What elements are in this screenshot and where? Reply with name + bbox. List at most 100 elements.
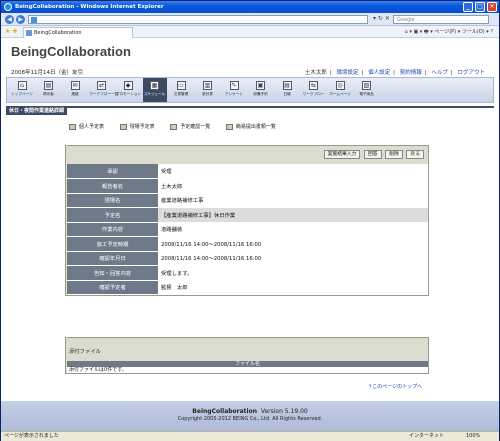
docs-icon (225, 123, 233, 130)
toolbar-item[interactable]: ▥ 設計書 (196, 78, 220, 102)
flow-icon: ⇄ (97, 81, 106, 90)
attachments-empty-message: 添付ファイルは0件です。 (67, 367, 428, 373)
toolbar-item[interactable]: ▤ 掲示板 (37, 78, 61, 102)
footer-product: BeingCollaboration Version 5.19.00 (192, 408, 308, 415)
table-row: 現場名 産業道路補修工事 (67, 193, 428, 208)
toolbar-item[interactable]: ▤ 日報 (275, 78, 299, 102)
answer-button[interactable]: 回答 (363, 150, 382, 159)
table-row: 確認予定者 監督 太郎 (67, 280, 428, 295)
toolbar-item[interactable]: ⇆ ワークフロー (302, 78, 326, 102)
home-icon: ⌂ (17, 81, 27, 90)
promo-icon: ◆ (123, 81, 133, 90)
tab-favicon (26, 30, 32, 36)
board-icon: ▤ (44, 81, 53, 90)
browser-tab[interactable]: BeingCollaboration (23, 27, 133, 38)
browser-window: BeingCollaboration - Windows Internet Ex… (0, 0, 500, 441)
user-name: 土木太郎 (304, 70, 327, 76)
page-content: BeingCollaboration 2008年11月14日（金）友引 土木太郎… (1, 38, 499, 431)
toolbar-item-label: ホームページ (329, 92, 351, 96)
survey-icon: ✎ (229, 81, 239, 90)
status-text: ページが表示されました (4, 433, 59, 439)
back-button[interactable]: ◀ (5, 15, 14, 24)
page-icon (31, 17, 37, 23)
toolbar-item-label: 掲示板 (43, 92, 54, 96)
forward-button[interactable]: ▶ (16, 15, 25, 24)
address-input[interactable] (28, 15, 368, 24)
calendar-icon: ▦ (150, 81, 159, 90)
toolbar-item-label: 日報 (283, 92, 291, 96)
link-env-settings[interactable]: 環境設定 (336, 70, 358, 76)
title-bar: BeingCollaboration - Windows Internet Ex… (1, 1, 499, 13)
detail-table: 承認 受理 報告者名 土木太郎 現場名 産業道路補修工事 予定名 【産業道路補修工事】休… (67, 164, 428, 295)
toolbar-item-label: アンケート (225, 92, 243, 96)
toolbar-item-label: スケジュール (143, 92, 166, 96)
table-row: 予定名 【産業道路補修工事】休日作業 (67, 207, 428, 223)
section-header: 休日・夜間作業連絡詳細 (6, 106, 494, 115)
link-logout[interactable]: ログアウト (457, 70, 485, 76)
maximize-button[interactable]: □ (475, 2, 485, 12)
toolbar-item-label: 設計書 (202, 92, 213, 96)
section-title: 休日・夜間作業連絡詳細 (6, 108, 68, 115)
person-icon (69, 123, 76, 130)
close-button[interactable]: ✕ (487, 2, 497, 12)
sublink-site-schedule[interactable]: 現場予定表 (119, 123, 155, 130)
security-zone: インターネット (409, 433, 445, 439)
table-row: 施工予定時期 2008/11/16 14:00～2008/11/16 16:00 (67, 236, 428, 252)
toolbar-item-label: プロモーション (116, 92, 142, 96)
table-row: 報告者名 土木太郎 (67, 178, 428, 194)
back-to-top-link[interactable]: ↑このページのトップへ (368, 383, 422, 390)
link-help[interactable]: ヘルプ (431, 70, 448, 76)
minimize-button[interactable]: _ (463, 2, 473, 12)
toolbar-item[interactable]: ▭ 文書管理 (169, 78, 193, 102)
enter-result-button[interactable]: 実施結果入力 (323, 150, 361, 159)
sublink-personal-schedule[interactable]: 個人予定表 (69, 123, 104, 130)
attachments-panel: 添付ファイル ファイル名 添付ファイルは0件です。 (65, 337, 429, 374)
back-page-button[interactable]: 戻る (406, 150, 424, 159)
sub-navigation: 個人予定表 現場予定表 予定確認一覧 簡易提出書類一覧 (69, 123, 290, 130)
link-personal-settings[interactable]: 個人設定 (368, 70, 390, 76)
folder-icon: ▭ (176, 81, 186, 90)
delete-button[interactable]: 削除 (385, 150, 403, 159)
favorites-icon[interactable]: ★ ✚ (5, 28, 17, 35)
user-links: 土木太郎 | 環境設定 | 個人設定 | 契約情報 | ヘルプ | ログアウト (304, 70, 485, 76)
toolbar-item[interactable]: ⌂ トップページ (10, 78, 34, 102)
mail-icon: ✉ (70, 81, 80, 90)
list-icon (170, 123, 178, 130)
table-row: 確認年月日 2008/11/16 14:00～2008/11/16 16:00 (67, 251, 428, 266)
toolbar-item-label: ワークフロー一覧 (89, 92, 119, 96)
toolbar-item[interactable]: ▧ 電子納品 (355, 78, 379, 102)
sublink-schedule-confirm-list[interactable]: 予定確認一覧 (170, 123, 210, 130)
command-bar: ★ ✚ BeingCollaboration ⌂ ▾ ▣ ▾ 🖶 ▾ ページ(P… (1, 26, 499, 38)
toolbar-item-label: ワークフロー (302, 92, 325, 96)
status-bar: ページが表示されました インターネット 100% (1, 431, 499, 441)
toolbar-item-label: 連絡 (71, 92, 79, 96)
main-toolbar: ⌂ トップページ ▤ 掲示板 ✉ 連絡 ⇄ ワークフロー一覧 ◆ プロモーション ▦ スケジュール ▭ 文… (6, 77, 494, 103)
zoom-level[interactable]: 100% (466, 432, 480, 441)
toolbar-item[interactable]: ▣ 設備予約 (249, 78, 273, 102)
toolbar-item[interactable]: ▦ スケジュール (142, 78, 167, 102)
table-row: 作業内容 道路舗装 (67, 222, 428, 237)
web-icon: ◎ (335, 81, 345, 90)
window-title: BeingCollaboration - Windows Internet Ex… (15, 4, 164, 10)
attachments-title: 添付ファイル (69, 349, 101, 355)
toolbar-item[interactable]: ◎ ホームページ (328, 78, 352, 102)
facility-icon: ▣ (256, 81, 265, 90)
table-row: 告知・回答内容 受理します。 (67, 265, 428, 281)
ie-icon (4, 3, 12, 11)
toolbar-item[interactable]: ✎ アンケート (222, 78, 246, 102)
delivery-icon: ▧ (362, 81, 371, 90)
toolbar-item[interactable]: ✉ 連絡 (63, 78, 87, 102)
report-icon: ▤ (282, 81, 292, 90)
toolbar-item[interactable]: ◆ プロモーション (116, 78, 142, 102)
footer-copyright: Copyright 2005-2012 BEING Co., Ltd. All … (177, 416, 323, 422)
refresh-stop-icons[interactable]: ▾ ↻ ✕ (373, 15, 390, 22)
command-buttons[interactable]: ⌂ ▾ ▣ ▾ 🖶 ▾ ページ(P) ▾ ツール(O) ▾ ? (405, 28, 493, 37)
toolbar-item[interactable]: ⇄ ワークフロー一覧 (89, 78, 119, 102)
toolbar-item-label: 電子納品 (359, 92, 374, 96)
sublink-documents-list[interactable]: 簡易提出書類一覧 (225, 123, 276, 130)
link-contract-info[interactable]: 契約情報 (400, 70, 422, 76)
footer: BeingCollaboration Version 5.19.00 Copyr… (1, 401, 499, 431)
search-input[interactable]: Google (393, 15, 489, 24)
address-bar: ◀ ▶ ▾ ↻ ✕ Google (1, 13, 499, 26)
current-date: 2008年11月14日（金）友引 (11, 70, 83, 76)
